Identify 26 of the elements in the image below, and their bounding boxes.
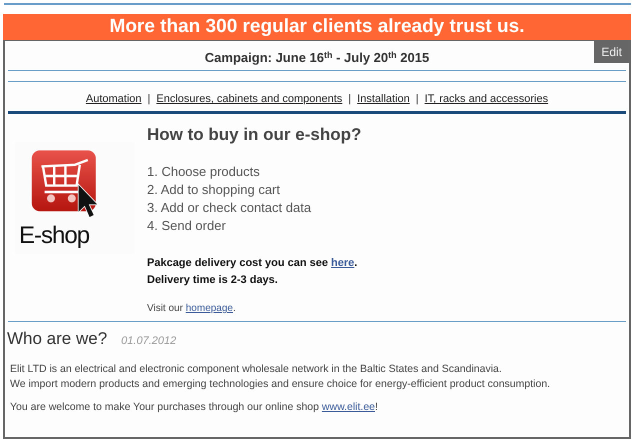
category-link[interactable]: Automation — [86, 93, 142, 105]
step-item: 4. Send order — [147, 217, 227, 235]
step-item: 1. Choose products — [147, 163, 261, 181]
nav-separator: | — [348, 93, 352, 105]
edit-button[interactable]: Edit — [594, 41, 629, 63]
step-item: 3. Add or check contact data — [147, 199, 312, 217]
welcome-text: You are welcome to make Your purchases through our online shop www.elit.ee! — [10, 400, 379, 414]
category-link[interactable]: Installation — [357, 93, 410, 105]
category-link[interactable]: Enclosures, cabinets and components — [156, 93, 342, 105]
category-link[interactable]: IT, racks and accessories — [424, 93, 548, 105]
section-heading: Who are we? — [7, 328, 108, 350]
visit-text: Visit our homepage. — [147, 302, 237, 316]
homepage-link[interactable]: homepage — [186, 303, 233, 314]
nav-separator: | — [148, 93, 150, 105]
post-date: 01.07.2012 — [121, 334, 176, 349]
banner-headline: More than 300 regular clients already trust us. — [3, 14, 631, 40]
about-text: Elit LTD is an electrical and electronic component wholesale network in the Baltic States and Scandinavia. — [10, 362, 503, 376]
about-text: We import modern products and emerging technologies and ensure choice for energy-efficient product consumption. — [10, 376, 552, 392]
nav-separator: | — [416, 93, 419, 105]
step-item: 2. Add to shopping cart — [147, 181, 281, 199]
delivery-cost-text: Pakcage delivery cost you can see here. — [147, 256, 358, 271]
section-heading: How to buy in our e-shop? — [147, 124, 362, 146]
here-link[interactable]: here — [331, 257, 354, 269]
delivery-time-text: Delivery time is 2-3 days. — [147, 273, 279, 288]
campaign-title: Campaign: June 16$^{th}$ - July 20$^{th}$ 2015 — [204, 50, 430, 65]
shop-link[interactable]: www.elit.ee — [322, 400, 376, 412]
